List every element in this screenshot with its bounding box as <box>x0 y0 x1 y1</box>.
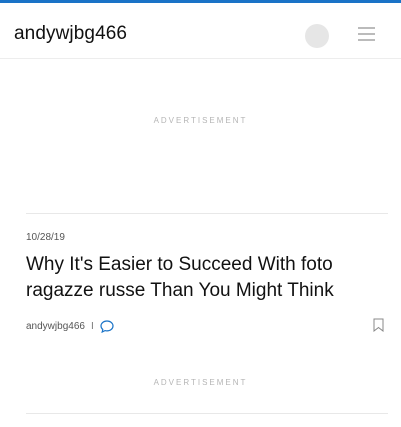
bookmark-icon[interactable] <box>373 318 384 332</box>
site-title[interactable]: andywjbg466 <box>14 23 127 45</box>
post-date: 10/28/19 <box>26 232 65 243</box>
avatar[interactable] <box>305 24 329 48</box>
hamburger-menu-icon[interactable] <box>358 27 375 41</box>
page: andywjbg466 ADVERTISEMENT 10/28/19 Why I… <box>0 0 401 427</box>
divider <box>26 213 388 214</box>
post-author[interactable]: andywjbg466 <box>26 321 85 332</box>
meta-separator: I <box>90 320 94 332</box>
post-meta: andywjbg466 I <box>26 319 114 333</box>
advertisement-label: ADVERTISEMENT <box>153 116 248 125</box>
post-title[interactable]: Why It's Easier to Succeed With foto rag… <box>26 252 376 304</box>
divider <box>26 413 388 414</box>
speech-bubble-icon[interactable] <box>100 319 114 333</box>
site-header: andywjbg466 <box>0 3 401 59</box>
advertisement-label: ADVERTISEMENT <box>153 378 248 387</box>
